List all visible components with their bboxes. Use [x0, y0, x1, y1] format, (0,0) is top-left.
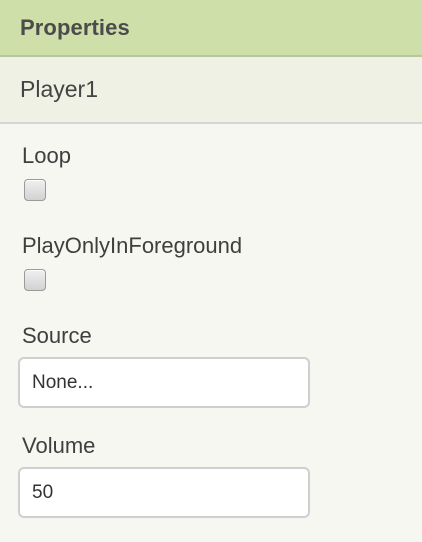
selected-component-row: Player1	[0, 57, 422, 124]
property-volume: Volume 50	[0, 432, 422, 542]
selected-component-name: Player1	[20, 76, 98, 102]
properties-panel: Properties Player1 Loop PlayOnlyInForegr…	[0, 0, 422, 541]
property-play-only-in-foreground: PlayOnlyInForeground	[0, 232, 422, 322]
properties-list: Loop PlayOnlyInForeground Source None...…	[0, 124, 422, 542]
properties-header: Properties	[0, 0, 422, 57]
property-source: Source None...	[0, 322, 422, 412]
play-only-in-foreground-label: PlayOnlyInForeground	[22, 233, 243, 258]
properties-title: Properties	[20, 14, 130, 40]
play-only-in-foreground-checkbox[interactable]	[24, 269, 46, 291]
loop-label: Loop	[22, 143, 71, 168]
property-loop: Loop	[0, 142, 422, 214]
volume-label: Volume	[22, 433, 96, 458]
source-picker[interactable]: None...	[18, 357, 310, 408]
loop-checkbox[interactable]	[24, 179, 46, 201]
source-label: Source	[22, 323, 92, 348]
volume-input[interactable]: 50	[18, 467, 310, 518]
